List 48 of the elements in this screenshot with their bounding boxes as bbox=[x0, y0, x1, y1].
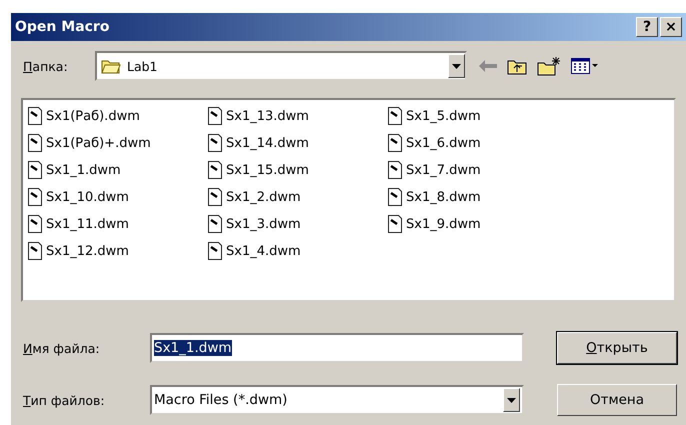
file-item[interactable]: Sx1_15.dwm bbox=[207, 158, 387, 182]
file-item[interactable]: Sx1(Раб)+.dwm bbox=[27, 131, 207, 155]
file-icon bbox=[387, 215, 403, 233]
file-icon bbox=[27, 242, 43, 260]
file-item[interactable]: Sx1_9.dwm bbox=[387, 212, 567, 236]
file-item[interactable]: Sx1_1.dwm bbox=[27, 158, 207, 182]
file-icon bbox=[207, 107, 223, 125]
file-item[interactable]: Sx1_3.dwm bbox=[207, 212, 387, 236]
file-item[interactable]: Sx1_12.dwm bbox=[27, 239, 207, 263]
folder-icon bbox=[101, 58, 121, 74]
file-icon bbox=[207, 134, 223, 152]
file-icon bbox=[387, 161, 403, 179]
window-title: Open Macro bbox=[15, 19, 110, 35]
file-item[interactable]: Sx1_4.dwm bbox=[207, 239, 387, 263]
file-icon bbox=[27, 134, 43, 152]
file-icon bbox=[207, 242, 223, 260]
file-type-dropdown[interactable]: Macro Files (*.dwm) bbox=[150, 385, 524, 415]
file-icon bbox=[27, 215, 43, 233]
file-name-field[interactable]: Sx1_1.dwm bbox=[150, 333, 524, 363]
file-item[interactable]: Sx1_6.dwm bbox=[387, 131, 567, 155]
file-item[interactable]: Sx1(Раб).dwm bbox=[27, 104, 207, 128]
file-name-label: Имя файла: bbox=[23, 340, 101, 356]
cancel-button[interactable]: Отмена bbox=[557, 384, 677, 416]
folder-dropdown[interactable]: Lab1 bbox=[95, 51, 467, 81]
file-item[interactable]: Sx1_11.dwm bbox=[27, 212, 207, 236]
help-button[interactable]: ? bbox=[636, 17, 658, 37]
file-item[interactable]: Sx1_8.dwm bbox=[387, 185, 567, 209]
file-icon bbox=[207, 161, 223, 179]
new-folder-icon[interactable] bbox=[537, 56, 561, 76]
file-icon bbox=[27, 188, 43, 206]
open-button[interactable]: Открыть bbox=[557, 332, 677, 364]
file-item[interactable]: Sx1_10.dwm bbox=[27, 185, 207, 209]
file-type-label: Тип файлов: bbox=[23, 392, 106, 408]
file-icon bbox=[207, 215, 223, 233]
file-item[interactable]: Sx1_7.dwm bbox=[387, 158, 567, 182]
file-item[interactable]: Sx1_13.dwm bbox=[207, 104, 387, 128]
file-item[interactable]: Sx1_14.dwm bbox=[207, 131, 387, 155]
file-item[interactable]: Sx1_5.dwm bbox=[387, 104, 567, 128]
file-icon bbox=[387, 188, 403, 206]
folder-label: Папка: bbox=[23, 58, 69, 74]
file-icon bbox=[387, 107, 403, 125]
file-icon bbox=[207, 188, 223, 206]
close-button[interactable]: × bbox=[660, 17, 682, 37]
file-item[interactable]: Sx1_2.dwm bbox=[207, 185, 387, 209]
file-icon bbox=[27, 161, 43, 179]
view-menu-icon[interactable] bbox=[571, 58, 599, 74]
file-icon bbox=[27, 107, 43, 125]
file-icon bbox=[387, 134, 403, 152]
